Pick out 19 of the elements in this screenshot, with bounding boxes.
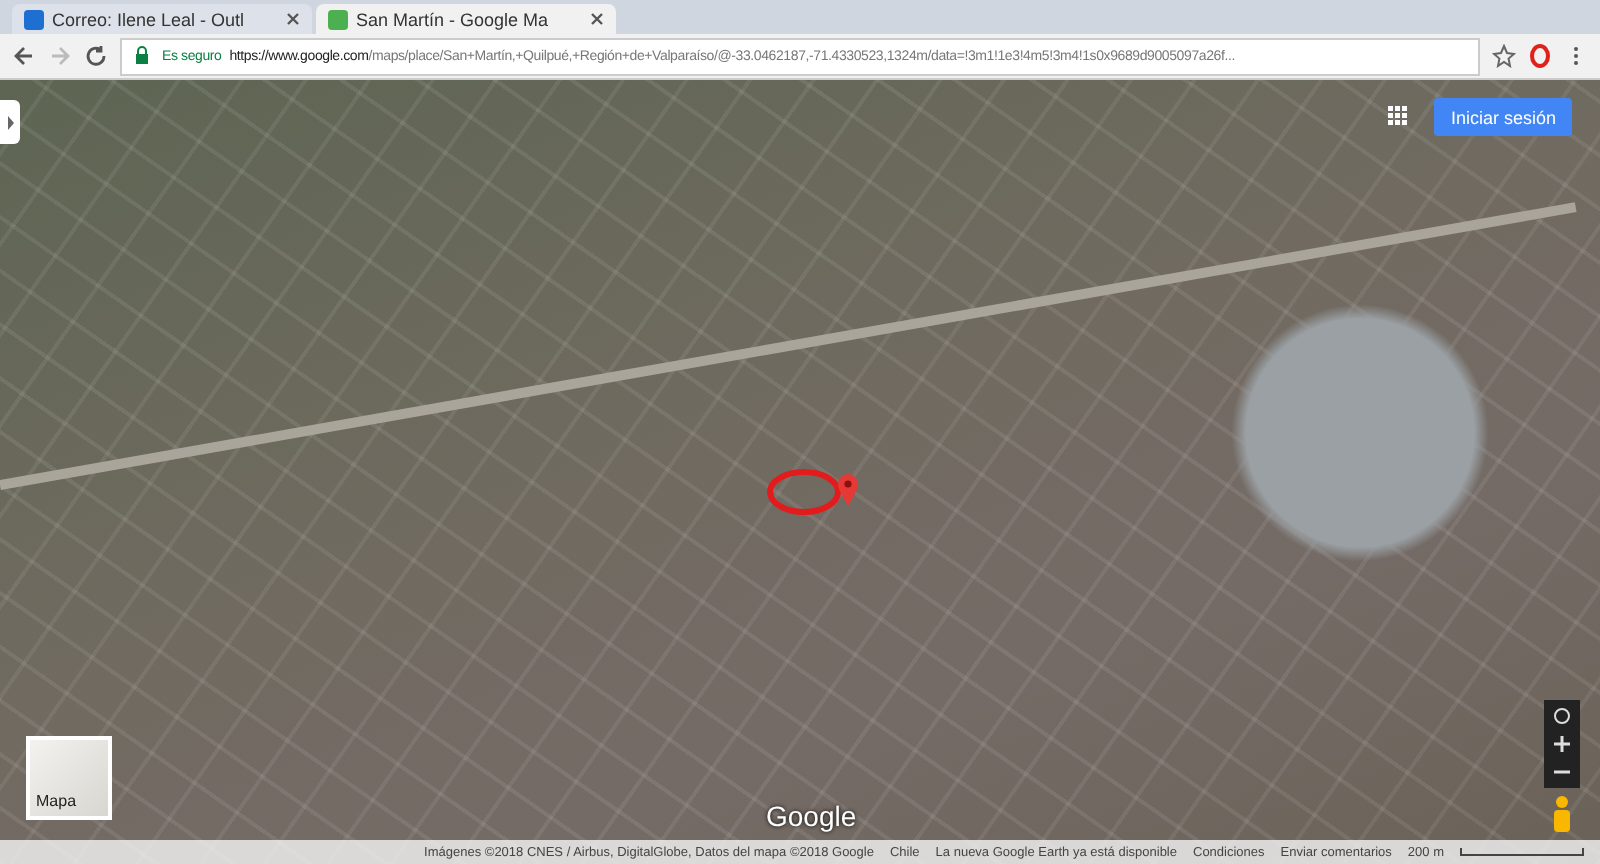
close-icon[interactable] bbox=[590, 12, 604, 26]
lock-icon bbox=[130, 44, 154, 68]
star-icon[interactable] bbox=[1492, 44, 1516, 68]
google-logo: Google bbox=[766, 800, 857, 832]
compass-icon[interactable] bbox=[1552, 706, 1572, 726]
browser-tab[interactable]: Correo: Ilene Leal - Outl bbox=[12, 4, 312, 34]
panel-toggle-icon[interactable] bbox=[0, 100, 20, 144]
close-icon[interactable] bbox=[286, 12, 300, 26]
sign-in-button[interactable]: Iniciar sesión bbox=[1434, 98, 1572, 136]
map-pin-icon bbox=[836, 472, 860, 508]
pegman-icon[interactable] bbox=[1548, 794, 1576, 834]
scale-bar bbox=[1460, 848, 1584, 856]
apps-grid-icon[interactable] bbox=[1388, 106, 1408, 126]
zoom-in-icon[interactable] bbox=[1552, 734, 1572, 754]
reload-icon[interactable] bbox=[84, 44, 108, 68]
map-layer-thumbnail[interactable]: Mapa bbox=[26, 736, 112, 820]
browser-tab[interactable]: San Martín - Google Ma bbox=[316, 4, 616, 34]
back-icon[interactable] bbox=[12, 44, 36, 68]
hand-drawn-circle bbox=[764, 466, 844, 518]
